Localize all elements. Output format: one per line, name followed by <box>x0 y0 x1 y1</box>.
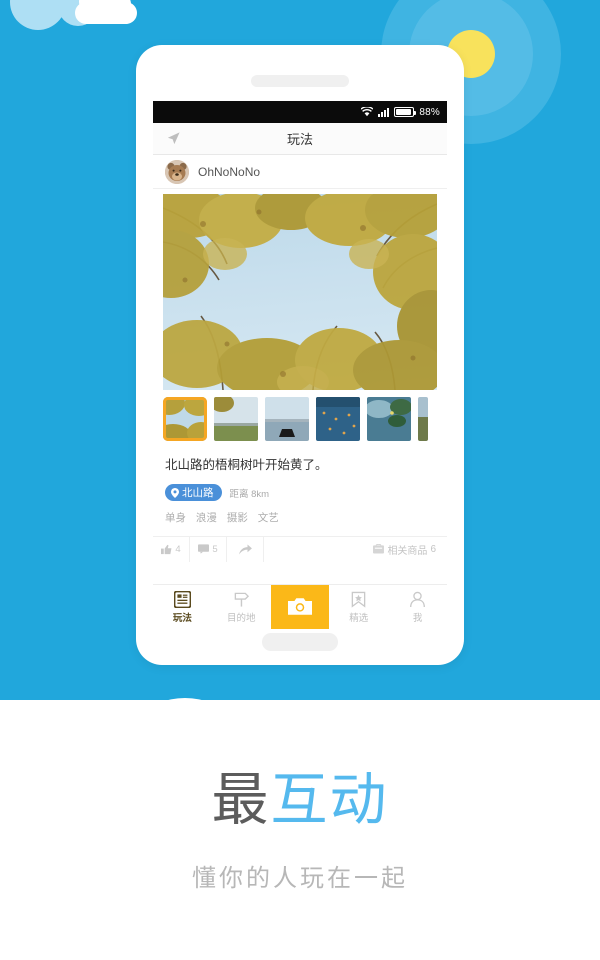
thumb-5-lake-shore[interactable] <box>367 397 411 441</box>
tag-item[interactable]: 单身 <box>165 512 186 524</box>
share-button[interactable] <box>227 536 264 562</box>
article-card-icon <box>173 590 191 608</box>
location-pin-icon <box>171 487 179 498</box>
distance-label: 距离 8km <box>229 488 270 500</box>
phone-screen: 88% 玩法 OhNoNoNo 北山路的梧桐树叶开始黄了。 北山路 距离 8km… <box>153 101 447 629</box>
post-caption: 北山路的梧桐树叶开始黄了。 <box>165 458 328 472</box>
post-author-row[interactable]: OhNoNoNo <box>153 155 447 189</box>
comment-icon <box>198 544 210 554</box>
share-arrow-icon <box>238 544 252 555</box>
tab-me[interactable]: 我 <box>388 585 447 629</box>
tab-label: 玩法 <box>172 612 192 624</box>
phone-home-button[interactable] <box>262 633 338 651</box>
tab-label: 目的地 <box>226 612 256 624</box>
related-products-link[interactable]: 相关商品 6 <box>373 542 436 557</box>
headline-blue-part: 互动 <box>270 768 389 832</box>
related-count: 6 <box>430 543 436 555</box>
marketing-headline: 最互动 <box>0 772 600 829</box>
bear-avatar-icon[interactable] <box>165 159 189 184</box>
tag-item[interactable]: 摄影 <box>227 512 248 524</box>
phone-speaker <box>251 75 349 87</box>
signal-bars-icon <box>378 107 390 117</box>
tag-list: 单身 浪漫 摄影 文艺 <box>165 510 435 525</box>
like-button[interactable]: 4 <box>153 536 190 562</box>
thumb-4-water-lights[interactable] <box>316 397 360 441</box>
tab-label: 我 <box>412 612 423 624</box>
tab-destination[interactable]: 目的地 <box>212 585 271 629</box>
marketing-subline: 懂你的人玩在一起 <box>192 865 408 892</box>
thumb-1-tree-canopy[interactable] <box>163 397 207 441</box>
person-icon <box>410 591 426 607</box>
tree-canopy-illustration <box>163 194 437 390</box>
comment-count: 5 <box>212 543 218 555</box>
battery-percent-label: 88% <box>419 106 440 118</box>
post-photo[interactable] <box>163 194 437 390</box>
tab-featured[interactable]: 精选 <box>329 585 388 629</box>
location-badge[interactable]: 北山路 <box>165 484 222 501</box>
post-meta-row: 北山路 距离 8km <box>165 484 435 501</box>
post-action-bar: 4 5 相关商品 6 <box>153 536 447 562</box>
bottom-tab-bar: 玩法 目的地 精选 我 <box>153 584 447 629</box>
thumb-6-partial[interactable] <box>418 397 428 441</box>
white-cloud-top-left <box>75 0 137 24</box>
tab-wanfa[interactable]: 玩法 <box>153 585 212 629</box>
phone-mockup: 88% 玩法 OhNoNoNo 北山路的梧桐树叶开始黄了。 北山路 距离 8km… <box>136 45 464 665</box>
wifi-icon <box>361 107 374 117</box>
thumb-2-field-horizon[interactable] <box>214 397 258 441</box>
tag-item[interactable]: 浪漫 <box>196 512 217 524</box>
status-bar: 88% <box>153 101 447 123</box>
tab-label: 精选 <box>349 612 369 624</box>
like-count: 4 <box>175 543 181 555</box>
nav-bar: 玩法 <box>153 123 447 155</box>
thumbs-up-icon <box>161 544 172 554</box>
thumbnail-strip[interactable] <box>163 397 447 441</box>
page-title: 玩法 <box>286 132 313 147</box>
shopping-bag-icon <box>373 544 385 554</box>
headline-dark-part: 最 <box>211 768 271 832</box>
comment-button[interactable]: 5 <box>190 536 227 562</box>
related-label: 相关商品 <box>387 545 428 557</box>
battery-icon <box>394 107 417 117</box>
tab-camera[interactable] <box>270 585 330 629</box>
navigation-arrow-icon[interactable] <box>166 131 181 146</box>
signpost-icon <box>234 592 249 607</box>
author-username: OhNoNoNo <box>198 164 261 179</box>
camera-icon <box>287 597 312 615</box>
location-name: 北山路 <box>182 487 214 499</box>
tag-item[interactable]: 文艺 <box>258 512 279 524</box>
thumb-3-lake-boat[interactable] <box>265 397 309 441</box>
bookmark-star-icon <box>351 591 366 608</box>
